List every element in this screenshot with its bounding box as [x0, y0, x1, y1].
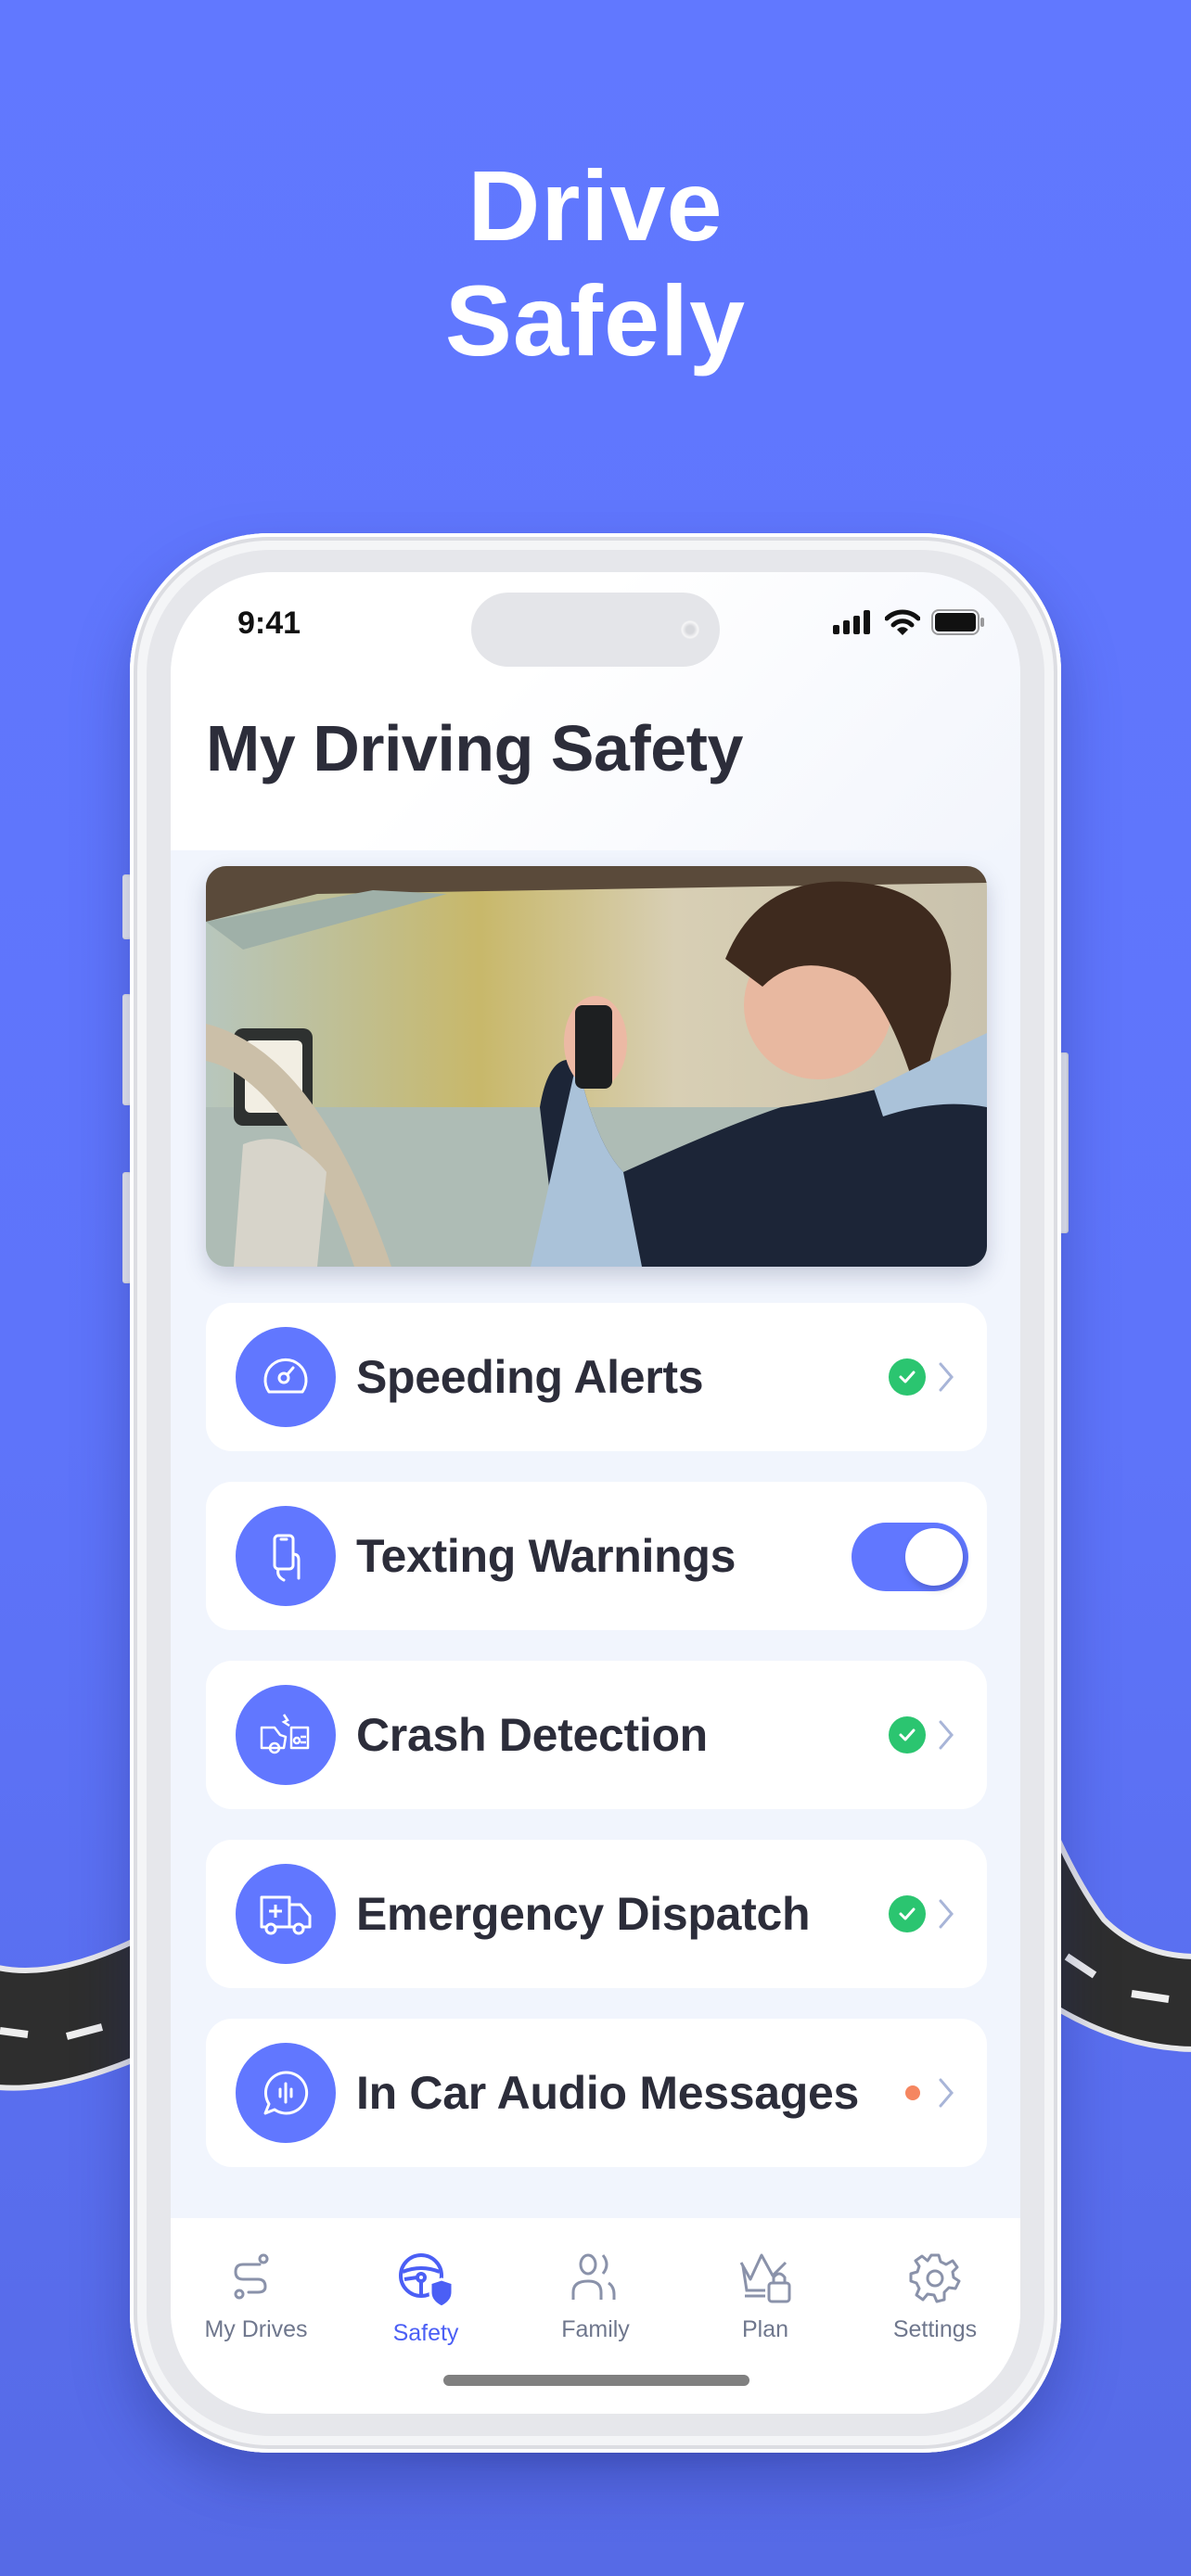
- tab-label: My Drives: [204, 2316, 308, 2342]
- tab-label: Safety: [392, 2320, 459, 2346]
- people-icon: [571, 2253, 616, 2300]
- hero-title-line-2: Safely: [444, 264, 747, 376]
- wifi-icon: [885, 609, 920, 635]
- tab-bar: My Drives Safety Family Plan Settings: [171, 2218, 1020, 2414]
- chevron-right-icon[interactable]: [937, 1719, 955, 1751]
- audio-message-icon: [236, 2043, 336, 2143]
- tab-plan[interactable]: Plan: [680, 2251, 851, 2343]
- route-icon: [234, 2253, 269, 2300]
- pending-dot-icon: [905, 2085, 920, 2100]
- phone-in-hand-icon: [236, 1506, 336, 1606]
- hero-photo: [206, 866, 987, 1267]
- check-circle-icon: [889, 1716, 926, 1753]
- feature-card-in-car-audio-messages[interactable]: In Car Audio Messages: [206, 2019, 987, 2167]
- feature-card-speeding-alerts[interactable]: Speeding Alerts: [206, 1303, 987, 1451]
- car-crash-icon: [236, 1685, 336, 1785]
- feature-card-crash-detection[interactable]: Crash Detection: [206, 1661, 987, 1809]
- feature-card-texting-warnings: Texting Warnings: [206, 1482, 987, 1630]
- texting-warnings-toggle[interactable]: [852, 1523, 968, 1591]
- ambulance-icon: [236, 1864, 336, 1964]
- feature-status: [889, 1661, 955, 1809]
- road-right-decoration: [1048, 1816, 1191, 2052]
- check-circle-icon: [889, 1895, 926, 1932]
- teen-driver-photo: [206, 866, 987, 1267]
- chevron-right-icon[interactable]: [937, 1898, 955, 1930]
- feature-label: Crash Detection: [356, 1709, 708, 1761]
- toggle-knob: [905, 1528, 963, 1586]
- battery-icon: [931, 609, 984, 635]
- speedometer-icon: [236, 1327, 336, 1427]
- steering-wheel-shield-icon: [399, 2253, 455, 2307]
- feature-status: [889, 1840, 955, 1988]
- home-indicator[interactable]: [443, 2375, 749, 2386]
- check-circle-icon: [889, 1358, 926, 1396]
- hero-title: Drive Safely: [0, 148, 1191, 378]
- tab-settings[interactable]: Settings: [850, 2251, 1020, 2343]
- phone-frame: 9:41 My Driving Safety Speeding Alerts T…: [130, 533, 1061, 2453]
- status-icons: [833, 609, 985, 635]
- tab-label: Family: [561, 2316, 630, 2342]
- dynamic-island: [471, 593, 720, 667]
- app-screen: 9:41 My Driving Safety Speeding Alerts T…: [171, 572, 1020, 2414]
- feature-card-emergency-dispatch[interactable]: Emergency Dispatch: [206, 1840, 987, 1988]
- feature-label: Speeding Alerts: [356, 1351, 704, 1403]
- tab-label: Settings: [892, 2316, 978, 2342]
- chevron-right-icon[interactable]: [937, 1361, 955, 1393]
- road-left-decoration: [0, 1930, 148, 2091]
- cellular-signal-icon: [833, 610, 870, 634]
- tab-my-drives[interactable]: My Drives: [171, 2251, 341, 2343]
- feature-status: [889, 1303, 955, 1451]
- crown-lock-icon: [739, 2253, 791, 2303]
- feature-status: [905, 2019, 955, 2167]
- hero-title-line-1: Drive: [467, 149, 724, 261]
- page-title: My Driving Safety: [206, 712, 743, 784]
- tab-family[interactable]: Family: [510, 2251, 681, 2343]
- feature-label: Emergency Dispatch: [356, 1888, 811, 1940]
- chevron-right-icon[interactable]: [937, 2077, 955, 2109]
- tab-safety[interactable]: Safety: [340, 2251, 511, 2347]
- feature-label: Texting Warnings: [356, 1530, 736, 1582]
- tab-label: Plan: [741, 2316, 789, 2342]
- gear-icon: [909, 2253, 961, 2303]
- camera-icon: [681, 620, 699, 639]
- feature-label: In Car Audio Messages: [356, 2067, 859, 2119]
- header: 9:41 My Driving Safety: [171, 572, 1020, 850]
- status-time: 9:41: [237, 606, 301, 641]
